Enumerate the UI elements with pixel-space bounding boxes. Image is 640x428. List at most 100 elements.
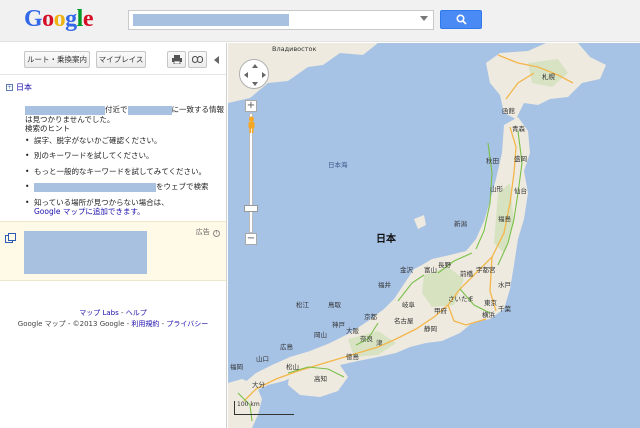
city-label: 広島	[280, 343, 293, 351]
hint-item: 別のキーワードを試してください。	[25, 151, 225, 161]
redacted-web-query[interactable]	[34, 182, 156, 192]
hint-item: 誤字、脱字がないかご確認ください。	[25, 136, 225, 146]
city-label: 宇都宮	[476, 266, 496, 274]
city-label: 長野	[438, 261, 451, 269]
zoom-in-button[interactable]: +	[245, 100, 257, 112]
city-label: 奈良	[360, 335, 373, 343]
city-label: 名古屋	[394, 317, 414, 325]
print-icon	[171, 55, 182, 65]
logo-letter: g	[65, 6, 77, 32]
city-label: さいたま	[448, 295, 474, 303]
redacted-query	[127, 105, 172, 115]
breadcrumb[interactable]: + 日本	[6, 82, 32, 93]
city-label: 鳥取	[328, 301, 341, 309]
city-label: 水戸	[498, 281, 511, 289]
search-query-redacted	[133, 14, 289, 26]
collapse-panel-icon[interactable]	[214, 56, 219, 64]
ad-label-text: 広告	[195, 228, 210, 236]
city-label: 甲府	[434, 307, 447, 315]
search-results: 付近で に一致する情報 は見つかりませんでした。 検索のヒント 誤字、脱字がないか…	[25, 105, 225, 223]
external-link-icon[interactable]	[5, 233, 16, 243]
expand-icon[interactable]: +	[6, 84, 13, 91]
city-label: 金沢	[400, 266, 413, 274]
city-label: 横浜	[482, 311, 495, 319]
pegman-icon[interactable]	[247, 116, 256, 134]
city-label: 岐阜	[402, 301, 415, 309]
route-button[interactable]: ルート・乗換案内	[24, 51, 90, 68]
city-label: 秋田	[486, 157, 499, 165]
city-label: 大分	[252, 381, 265, 389]
not-found-line2: は見つかりませんでした。	[25, 114, 115, 124]
city-label: 函館	[502, 107, 515, 115]
city-label: 仙台	[514, 187, 527, 195]
city-label: 岡山	[314, 331, 327, 339]
add-to-maps-link[interactable]: Google マップに追加できます。	[34, 207, 145, 216]
myplaces-button[interactable]: マイプレイス	[96, 51, 146, 68]
not-found-end: に一致する情報	[171, 105, 225, 114]
city-label: 前橋	[460, 270, 473, 278]
map-canvas[interactable]: 日本海 日本 Владивосток 札幌 函館 青森 秋田 盛岡 山形 仙台 …	[228, 43, 640, 428]
add-place-hint: 知っている場所が見つからない場合は、Google マップに追加できます。	[25, 198, 225, 217]
hint-item: もっと一般的なキーワードを試してみてください。	[25, 167, 225, 177]
breadcrumb-label[interactable]: 日本	[16, 83, 32, 92]
web-search-hint: をウェブで検索	[25, 182, 225, 192]
ad-content-redacted[interactable]	[24, 231, 147, 274]
city-label: 静岡	[424, 325, 437, 333]
unknown-place-text: 知っている場所が見つからない場合は、	[34, 197, 169, 207]
hints-list: 誤字、脱字がないかご確認ください。 別のキーワードを試してください。 もっと一般…	[25, 136, 225, 217]
city-label: 新潟	[454, 220, 467, 228]
logo-letter: e	[82, 6, 94, 32]
zoom-out-button[interactable]: −	[245, 233, 257, 245]
sea-label: 日本海	[328, 161, 348, 169]
logo-letter: o	[42, 6, 54, 32]
city-label: 松江	[296, 301, 309, 309]
city-label: 福井	[378, 281, 391, 289]
city-label: Владивосток	[272, 45, 317, 53]
city-label: 松山	[286, 363, 299, 371]
footer-links-row1: マップ Labs - ヘルプ	[79, 309, 147, 317]
logo-letter: o	[53, 6, 66, 32]
left-panel: ルート・乗換案内 マイプレイス + 日本 付近で に一致する情報 は見つかりませんで…	[0, 43, 227, 428]
zoom-slider-handle[interactable]	[244, 205, 258, 212]
logo-letter: G	[24, 6, 43, 32]
search-icon	[456, 14, 467, 25]
ad-label[interactable]: 広告 i	[196, 227, 220, 237]
city-label: 東京	[484, 299, 497, 307]
city-label: 盛岡	[514, 155, 527, 163]
terms-link[interactable]: 利用規約	[131, 320, 159, 328]
city-label: 富山	[424, 266, 437, 274]
privacy-link[interactable]: プライバシー	[166, 320, 208, 328]
city-label: 津	[376, 339, 383, 347]
city-label: 福島	[498, 215, 511, 223]
header: Google	[0, 0, 640, 42]
panel-toolbar: ルート・乗換案内 マイプレイス	[0, 43, 226, 75]
search-input[interactable]	[128, 10, 434, 30]
city-label: 高知	[314, 375, 327, 383]
chevron-down-icon[interactable]	[420, 16, 428, 21]
city-label: 京都	[364, 313, 377, 321]
city-label: 青森	[512, 125, 525, 133]
city-label: 山形	[490, 185, 503, 193]
city-label: 千葉	[498, 305, 511, 313]
hints-title: 検索のヒント	[25, 124, 70, 133]
info-icon[interactable]: i	[213, 230, 220, 237]
city-label: 札幌	[542, 73, 555, 81]
help-link[interactable]: ヘルプ	[126, 309, 147, 317]
link-button[interactable]	[188, 51, 207, 68]
city-label: 大阪	[346, 327, 359, 335]
country-label: 日本	[376, 234, 396, 245]
print-button[interactable]	[167, 51, 186, 68]
link-icon	[191, 55, 204, 64]
labs-link[interactable]: マップ Labs	[79, 309, 119, 317]
pan-control[interactable]	[239, 59, 269, 89]
city-label: 山口	[256, 355, 269, 363]
google-logo[interactable]: Google	[24, 6, 94, 33]
copyright-text: Google マップ - ©2013 Google -	[17, 320, 130, 328]
redacted-location	[25, 105, 105, 115]
web-search-suffix[interactable]: をウェブで検索	[156, 182, 209, 191]
scale-bar: 100 km	[234, 401, 294, 415]
not-found-middle: 付近で	[105, 105, 128, 114]
ad-block: 広告 i	[0, 221, 226, 281]
panel-footer: マップ Labs - ヘルプ Google マップ - ©2013 Google…	[0, 308, 226, 330]
search-button[interactable]	[440, 10, 482, 29]
